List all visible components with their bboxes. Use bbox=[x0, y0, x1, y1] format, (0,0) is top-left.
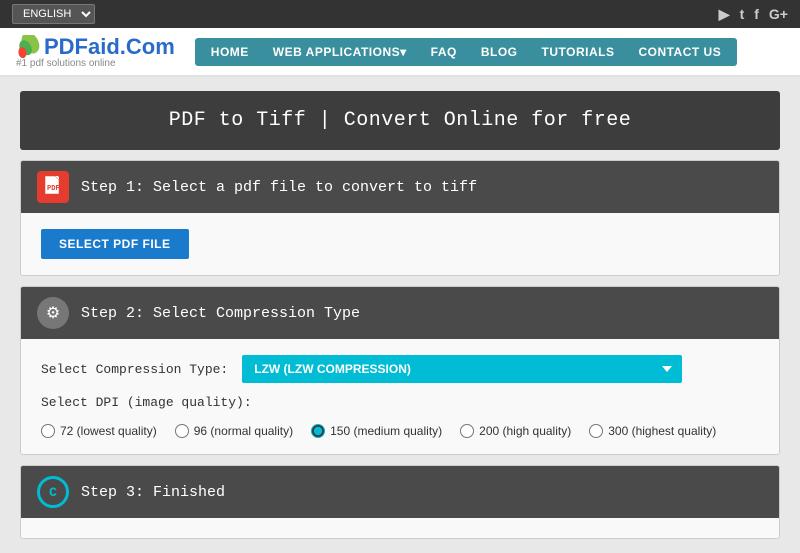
nav-faq[interactable]: FAQ bbox=[419, 38, 469, 66]
dpi-200-label: 200 (high quality) bbox=[479, 424, 571, 438]
nav-web-applications[interactable]: WEB APPLICATIONS▾ bbox=[261, 38, 419, 66]
dpi-150[interactable]: 150 (medium quality) bbox=[311, 424, 442, 438]
select-pdf-button[interactable]: SELECT PDF FILE bbox=[41, 229, 189, 259]
nav-tutorials[interactable]: TUTORIALS bbox=[530, 38, 627, 66]
dpi-96[interactable]: 96 (normal quality) bbox=[175, 424, 293, 438]
twitter-icon[interactable]: t bbox=[740, 6, 745, 22]
nav-blog[interactable]: BLOG bbox=[469, 38, 530, 66]
compression-select[interactable]: LZW (LZW COMPRESSION) NONE (NO COMPRESSI… bbox=[242, 355, 682, 383]
step2-header: ⚙ Step 2: Select Compression Type bbox=[21, 287, 779, 339]
dpi-200[interactable]: 200 (high quality) bbox=[460, 424, 571, 438]
dpi-radio-group: 72 (lowest quality) 96 (normal quality) … bbox=[41, 424, 716, 438]
dpi-150-label: 150 (medium quality) bbox=[330, 424, 442, 438]
social-icons: ▶ t f G+ bbox=[719, 6, 788, 23]
gear-icon: ⚙ bbox=[37, 297, 69, 329]
dpi-96-label: 96 (normal quality) bbox=[194, 424, 293, 438]
nav-home[interactable]: HOME bbox=[199, 38, 261, 66]
step1-body: SELECT PDF FILE bbox=[21, 213, 779, 275]
circle-c-icon: C bbox=[37, 476, 69, 508]
compression-label: Select Compression Type: bbox=[41, 362, 228, 377]
pdf-icon: PDF bbox=[37, 171, 69, 203]
dpi-300-label: 300 (highest quality) bbox=[608, 424, 716, 438]
step2-body: Select Compression Type: LZW (LZW COMPRE… bbox=[21, 339, 779, 454]
step3-header: C Step 3: Finished bbox=[21, 466, 779, 518]
step3-title: Step 3: Finished bbox=[81, 484, 225, 501]
logo-text: PDFaid.Com bbox=[44, 34, 175, 60]
facebook-icon[interactable]: f bbox=[754, 6, 759, 22]
compression-row: Select Compression Type: LZW (LZW COMPRE… bbox=[41, 355, 759, 383]
page-content: PDF to Tiff | Convert Online for free PD… bbox=[10, 91, 790, 539]
step1-card: PDF Step 1: Select a pdf file to convert… bbox=[20, 160, 780, 276]
dpi-72[interactable]: 72 (lowest quality) bbox=[41, 424, 157, 438]
step1-header: PDF Step 1: Select a pdf file to convert… bbox=[21, 161, 779, 213]
step3-body bbox=[21, 518, 779, 538]
header: PDFaid.Com #1 pdf solutions online HOME … bbox=[0, 28, 800, 77]
top-bar: ENGLISH ▶ t f G+ bbox=[0, 0, 800, 28]
nav-contact-us[interactable]: CONTACT US bbox=[626, 38, 733, 66]
logo-subtitle: #1 pdf solutions online bbox=[16, 58, 175, 69]
dpi-300[interactable]: 300 (highest quality) bbox=[589, 424, 716, 438]
step1-title: Step 1: Select a pdf file to convert to … bbox=[81, 179, 477, 196]
dpi-label: Select DPI (image quality): bbox=[41, 395, 252, 410]
logo: PDFaid.Com #1 pdf solutions online bbox=[16, 34, 175, 69]
main-nav: HOME WEB APPLICATIONS▾ FAQ BLOG TUTORIAL… bbox=[195, 38, 737, 66]
youtube-icon[interactable]: ▶ bbox=[719, 6, 730, 23]
logo-icon bbox=[16, 35, 40, 59]
page-title: PDF to Tiff | Convert Online for free bbox=[20, 91, 780, 150]
language-select[interactable]: ENGLISH bbox=[12, 4, 95, 24]
step2-card: ⚙ Step 2: Select Compression Type Select… bbox=[20, 286, 780, 455]
googleplus-icon[interactable]: G+ bbox=[769, 6, 788, 22]
step2-title: Step 2: Select Compression Type bbox=[81, 305, 360, 322]
step3-card: C Step 3: Finished bbox=[20, 465, 780, 539]
svg-text:PDF: PDF bbox=[47, 185, 60, 193]
dpi-72-label: 72 (lowest quality) bbox=[60, 424, 157, 438]
dpi-row: Select DPI (image quality): 72 (lowest q… bbox=[41, 395, 759, 438]
